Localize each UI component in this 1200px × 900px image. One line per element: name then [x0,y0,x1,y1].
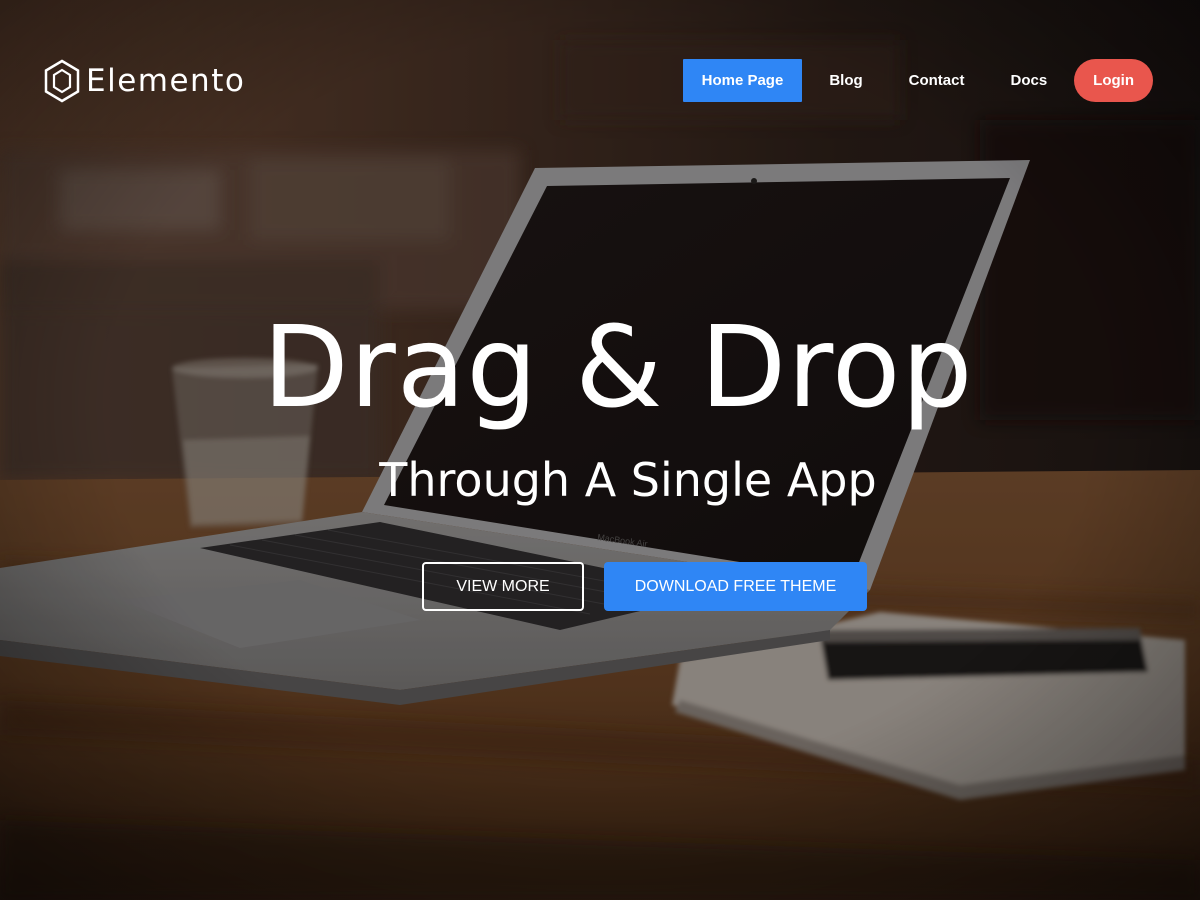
hero-subtitle: Through A Single App [379,453,877,507]
nav-blog[interactable]: Blog [810,59,881,102]
nav-home-page[interactable]: Home Page [682,59,803,102]
cta-row: VIEW MORE DOWNLOAD FREE THEME [0,562,1200,612]
hero-title: Drag & Drop [262,303,974,433]
nav-docs[interactable]: Docs [991,59,1066,102]
nav-contact[interactable]: Contact [890,59,984,102]
hexagon-logo-icon [44,59,80,103]
view-more-button[interactable]: VIEW MORE [422,562,584,611]
main-nav: Home Page Blog Contact Docs Login [675,59,1153,102]
login-button[interactable]: Login [1074,59,1153,102]
site-header: Elemento Home Page Blog Contact Docs Log… [0,0,1200,162]
download-free-theme-button[interactable]: DOWNLOAD FREE THEME [604,562,867,611]
brand-name: Elemento [86,63,246,99]
brand-link[interactable]: Elemento [44,58,245,104]
